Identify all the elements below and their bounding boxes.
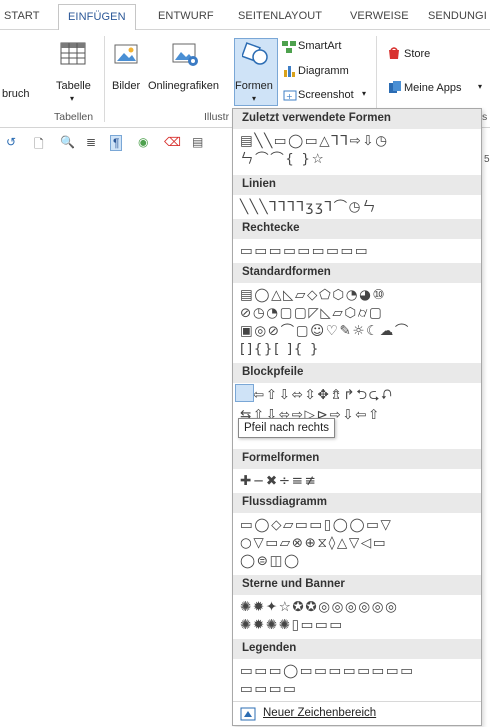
screenshot-icon: +	[283, 90, 297, 101]
shape-row-arrows-1[interactable]: ⇨⇦⇧⇩⬄⇳✥⇯↱⮌⮎⮏	[240, 387, 393, 403]
bilder-button[interactable]: Bilder	[112, 80, 140, 92]
shape-tooltip: Pfeil nach rechts	[238, 418, 336, 438]
ruler-fragment: 5	[484, 154, 490, 165]
shape-row-recent-2[interactable]: ㄣ⌒⌒{ }☆	[240, 151, 325, 167]
shape-row-recent-1[interactable]: ▤╲╲▭◯▭△⅂⅂⇨⇩◷	[240, 133, 389, 149]
new-drawing-canvas-row[interactable]: Neuer Zeichenbereich	[233, 701, 481, 725]
meine-apps-dropdown-icon[interactable]: ▾	[478, 82, 482, 91]
screenshot-dropdown-icon[interactable]: ▾	[362, 89, 366, 98]
group-divider	[104, 36, 105, 122]
tabelle-dropdown-icon[interactable]: ▾	[70, 94, 74, 103]
diagramm-button[interactable]: Diagramm	[298, 65, 349, 77]
tab-entwurf[interactable]: ENTWURF	[158, 10, 214, 22]
shape-row-basic-1[interactable]: ▤◯△◺▱◇⬠⬡◔◕⑩	[240, 287, 386, 303]
chart-icon	[284, 66, 295, 77]
formen-label: Formen	[235, 80, 273, 92]
table-small-icon[interactable]: ▤	[192, 135, 203, 149]
tab-sendungen[interactable]: SENDUNGI	[428, 10, 487, 22]
shape-row-callouts-1[interactable]: ▭▭▭◯▭▭▭▭▭▭▭▭	[240, 663, 415, 679]
shape-row-stars-2[interactable]: ✺✹✺✺▯▭▭▭	[240, 617, 344, 633]
shape-row-rectangles[interactable]: ▭▭▭▭▭▭▭▭▭	[240, 243, 369, 259]
group-label-apps: s	[482, 111, 488, 123]
section-header-stars-banners: Sterne und Banner	[233, 575, 481, 595]
my-apps-icon	[389, 81, 401, 93]
shape-row-basic-2[interactable]: ⊘◷◔▢▢◸◺▱⬡⌭▢	[240, 305, 383, 321]
shape-row-flowchart-2[interactable]: ○▽▭▱⊗⊕⧖◊△▽◁▭	[240, 535, 387, 551]
section-header-block-arrows: Blockpfeile	[233, 363, 481, 383]
drawing-canvas-icon	[240, 707, 256, 721]
shape-row-callouts-2[interactable]: ▭▭▭▭	[240, 681, 297, 697]
section-header-lines: Linien	[233, 175, 481, 195]
shape-row-flowchart-1[interactable]: ▭◯◇▱▭▭▯◯◯▭▽	[240, 517, 393, 533]
group-label-illustrationen: Illustr	[204, 111, 230, 123]
undo-icon[interactable]: ↺	[6, 135, 16, 149]
section-header-callouts: Legenden	[233, 639, 481, 659]
new-drawing-canvas-label: Neuer Zeichenbereich	[263, 707, 377, 719]
pictures-icon[interactable]	[114, 42, 140, 66]
tab-verweise[interactable]: VERWEISE	[350, 10, 409, 22]
section-header-basic-shapes: Standardformen	[233, 263, 481, 283]
ribbon-tab-bar: START EINFÜGEN ENTWURF SEITENLAYOUT VERW…	[0, 0, 490, 31]
section-header-flowchart: Flussdiagramm	[233, 493, 481, 513]
tab-seitenlayout[interactable]: SEITENLAYOUT	[238, 10, 322, 22]
selected-right-arrow-shape[interactable]	[235, 384, 254, 402]
shape-row-equation[interactable]: ✚−✖÷≡≢	[240, 473, 317, 489]
group-label-tabellen: Tabellen	[54, 111, 94, 123]
shape-row-lines[interactable]: ╲╲╲⅂⅂⅂⅂ʒʒ⅂⌒◷ㄣ	[240, 199, 377, 215]
section-header-rectangles: Rechtecke	[233, 219, 481, 239]
shapes-icon	[242, 42, 268, 65]
shape-row-basic-3[interactable]: ▣◎⊘⌒▢☺♡✎☼☾☁⌒	[240, 323, 410, 339]
store-icon	[389, 47, 399, 59]
smartart-button[interactable]: SmartArt	[298, 40, 341, 52]
store-button[interactable]: Store	[404, 48, 430, 60]
section-header-recent: Zuletzt verwendete Formen	[233, 109, 481, 129]
tab-einfuegen[interactable]: EINFÜGEN	[58, 4, 136, 31]
print-preview-icon[interactable]: 🔍	[60, 135, 75, 149]
show-formatting-marks-icon[interactable]: ¶	[110, 135, 123, 151]
shape-row-basic-4[interactable]: []{}[ ]{ }	[240, 341, 320, 357]
meine-apps-button[interactable]: Meine Apps	[404, 82, 461, 94]
circle-icon[interactable]: ◉	[138, 135, 148, 149]
eraser-icon[interactable]: ⌫	[164, 135, 181, 149]
shapes-gallery: Zuletzt verwendete Formen ▤╲╲▭◯▭△⅂⅂⇨⇩◷ ㄣ…	[232, 108, 482, 726]
tabelle-button[interactable]: Tabelle	[56, 80, 91, 92]
shape-row-stars-1[interactable]: ✺✹✦☆✪✪◎◎◎◎◎◎	[240, 599, 399, 615]
formen-dropdown-icon: ▾	[252, 94, 257, 103]
tab-start[interactable]: START	[4, 10, 40, 22]
shape-row-flowchart-3[interactable]: ◯⊜◫◯	[240, 553, 301, 569]
spelling-icon[interactable]: ≣	[86, 135, 96, 149]
section-header-equation-shapes: Formelformen	[233, 449, 481, 469]
new-document-icon[interactable]: 🗋	[34, 135, 44, 156]
online-pictures-icon[interactable]	[172, 42, 200, 68]
onlinegrafiken-button[interactable]: Onlinegrafiken	[148, 80, 219, 92]
table-icon[interactable]	[60, 42, 86, 66]
smartart-icon	[282, 41, 296, 53]
svg-text:+: +	[286, 92, 293, 101]
umbruch-label[interactable]: bruch	[2, 88, 30, 100]
screenshot-button[interactable]: Screenshot	[298, 89, 354, 101]
